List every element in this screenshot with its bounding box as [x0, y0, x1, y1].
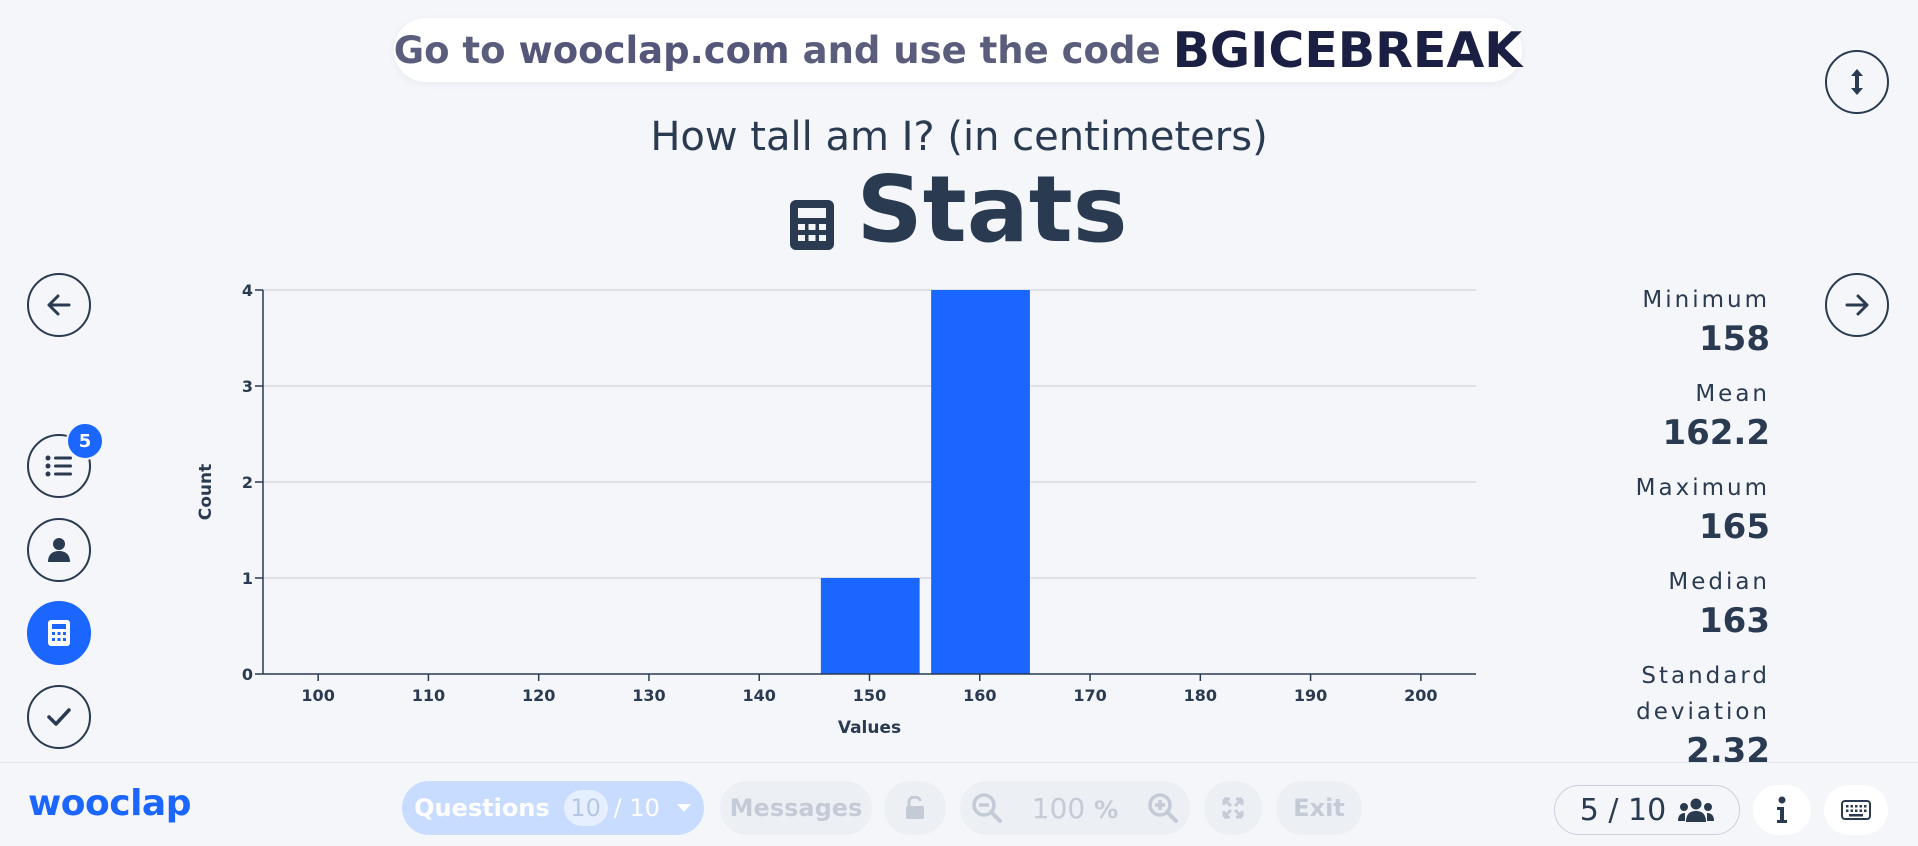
stat-value: 2.32 [1686, 731, 1770, 762]
x-tick-label: 120 [522, 686, 555, 705]
info-button[interactable] [1753, 785, 1811, 835]
x-tick-label: 180 [1184, 686, 1217, 705]
stat-value: 163 [1699, 601, 1770, 641]
exit-button[interactable]: Exit [1276, 781, 1362, 835]
messages-label: Messages [729, 794, 863, 822]
x-tick-label: 100 [301, 686, 334, 705]
chevron-down-icon [676, 804, 691, 812]
lock-button[interactable] [884, 781, 946, 835]
questions-total: / 10 [613, 794, 660, 822]
stat-label: Maximum [1635, 475, 1770, 501]
participants-count: 5 / 10 [1579, 792, 1667, 828]
questions-label: Questions [414, 794, 550, 822]
x-tick-label: 200 [1404, 686, 1437, 705]
fullscreen-button[interactable] [1204, 781, 1262, 835]
exit-label: Exit [1293, 794, 1345, 822]
x-axis-title: Values [838, 718, 901, 738]
x-tick-label: 160 [963, 686, 996, 705]
y-tick-label: 4 [242, 281, 253, 300]
questions-dropdown[interactable]: Questions 10 / 10 [402, 781, 704, 835]
current-question-number: 10 [563, 790, 608, 826]
stats-panel: Minimum 158 Mean 162.2 Maximum 165 Media… [1530, 282, 1770, 762]
zoom-in-icon[interactable] [1148, 793, 1178, 823]
participants-counter[interactable]: 5 / 10 [1554, 785, 1740, 835]
keyboard-shortcuts-button[interactable] [1824, 785, 1888, 835]
y-axis-title: Count [196, 464, 216, 521]
x-tick-label: 190 [1294, 686, 1327, 705]
stat-label: Standard deviation [1636, 663, 1770, 725]
x-tick-label: 140 [743, 686, 776, 705]
y-tick-label: 1 [242, 569, 253, 588]
y-tick-label: 3 [242, 377, 253, 396]
wooclap-logo: wooclap [28, 783, 191, 824]
stat-label: Mean [1695, 381, 1770, 407]
x-tick-label: 110 [412, 686, 445, 705]
histogram-bar [820, 578, 920, 674]
histogram-bar [931, 290, 1030, 674]
messages-button[interactable]: Messages [720, 781, 872, 835]
footer-toolbar: wooclap Questions 10 / 10 Messages 100 % [0, 762, 1918, 846]
x-tick-label: 170 [1073, 686, 1106, 705]
info-icon [1777, 796, 1787, 823]
stat-standard-deviation: Standard deviation 2.32 [1530, 658, 1770, 762]
keyboard-icon [1841, 800, 1871, 820]
expand-icon [1222, 797, 1244, 819]
x-tick-label: 130 [632, 686, 665, 705]
zoom-out-icon[interactable] [972, 793, 1002, 823]
stat-value: 165 [1699, 507, 1770, 547]
stat-value: 162.2 [1662, 413, 1770, 453]
stat-median: Median 163 [1530, 564, 1770, 642]
unlock-icon [906, 796, 924, 819]
zoom-unit: % [1094, 795, 1119, 824]
stat-minimum: Minimum 158 [1530, 282, 1770, 360]
zoom-level: 100 % [1032, 792, 1118, 825]
zoom-control: 100 % [960, 781, 1190, 835]
stat-label: Minimum [1642, 287, 1770, 313]
y-tick-label: 0 [242, 665, 253, 684]
x-tick-label: 150 [853, 686, 886, 705]
stat-mean: Mean 162.2 [1530, 376, 1770, 454]
stat-label: Median [1668, 569, 1770, 595]
stat-value: 158 [1699, 319, 1770, 359]
y-tick-label: 2 [242, 473, 253, 492]
stat-maximum: Maximum 165 [1530, 470, 1770, 548]
users-icon [1678, 798, 1715, 822]
zoom-value: 100 [1031, 791, 1086, 825]
